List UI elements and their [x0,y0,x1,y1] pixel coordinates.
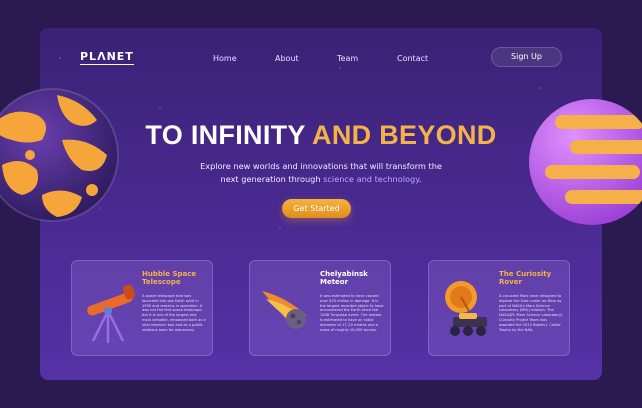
card-description: It was estimated to have caused over $33… [320,294,384,332]
meteor-icon [262,291,306,329]
card-hubble[interactable]: Hubble Space Telescope A space telescope… [71,260,213,356]
rover-icon [445,281,487,336]
nav-team-link[interactable]: Team [337,54,358,63]
hero-subtitle-suffix: . [418,174,422,184]
card-curiosity[interactable]: The Curiosity Rover A car-sized Mars rov… [428,260,570,356]
hero-title-accent: AND BEYOND [312,120,497,150]
hero-subtitle-line2: next generation through [220,174,324,184]
get-started-button[interactable]: Get Started [282,199,351,218]
card-description: A space telescope that was launched into… [142,294,206,332]
right-planet-image [529,99,642,225]
hero-subtitle: Explore new worlds and innovations that … [190,160,452,186]
telescope-icon [87,284,136,343]
card-title: The Curiosity Rover [499,270,552,286]
card-title: Chelyabinsk Meteor [320,270,368,286]
nav-contact-link[interactable]: Contact [397,54,428,63]
science-technology-link[interactable]: science and technology [323,174,419,184]
hero-title: TO INFINITY AND BEYOND [0,120,642,151]
brand-logo[interactable]: PLΛNET [80,50,134,65]
card-description: A car-sized Mars rover designed to explo… [499,294,563,332]
sign-up-button[interactable]: Sign Up [491,47,562,67]
nav-about-link[interactable]: About [275,54,299,63]
top-navigation: PLΛNET Home About Team Contact Sign Up [0,0,642,67]
hero-subtitle-line1: Explore new worlds and innovations that … [200,161,442,171]
card-meteor[interactable]: Chelyabinsk Meteor It was estimated to h… [249,260,391,356]
nav-home-link[interactable]: Home [213,54,237,63]
left-planet-image [0,88,119,222]
hero-title-main: TO INFINITY [145,120,313,150]
card-title: Hubble Space Telescope [142,270,197,286]
